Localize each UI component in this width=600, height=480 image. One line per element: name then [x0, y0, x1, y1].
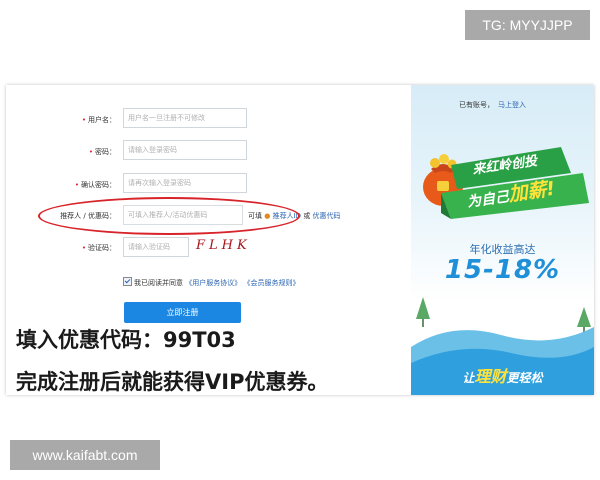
site-watermark: www.kaifabt.com — [10, 440, 160, 470]
agreement-row: 我已阅读并同意 《用户服务协议》 《会员服务规则》 — [123, 277, 299, 288]
slogan-text: 让理财更轻松 — [462, 367, 543, 386]
member-service-rules-link[interactable]: 《会员服务规则》 — [243, 279, 299, 287]
register-button[interactable]: 立即注册 — [124, 302, 241, 323]
required-mark: • — [81, 244, 86, 252]
password-label: • 密码： — [88, 148, 116, 156]
tg-watermark: TG: MYYJJPP — [465, 10, 590, 40]
overlay-vip-coupon-text: 完成注册后就能获得VIP优惠券。 — [16, 370, 329, 394]
captcha-image[interactable]: FLHK — [196, 238, 251, 253]
register-form: • 用户名： 用户名一旦注册不可修改 • 密码： 请输入登录密码 • 确认密码： 请再… — [6, 85, 411, 395]
register-card: • 用户名： 用户名一旦注册不可修改 • 密码： 请输入登录密码 • 确认密码： 请再… — [6, 85, 594, 395]
promo-code-link[interactable]: 优惠代码 — [313, 212, 341, 220]
captcha-input[interactable]: 请输入验证码 — [123, 237, 189, 257]
confirm-password-label: • 确认密码： — [74, 181, 116, 189]
username-label: • 用户名： — [81, 116, 116, 124]
username-input[interactable]: 用户名一旦注册不可修改 — [123, 108, 247, 128]
tree-icon — [416, 297, 430, 327]
overlay-promo-code-text: 填入优惠代码：99T03 — [16, 328, 236, 352]
promo-panel: 已有账号， 马上登入 来红岭创投 为自己加薪! 年化收益高达 15-18% 让理… — [411, 85, 594, 395]
promo-landscape — [411, 297, 594, 395]
user-service-agreement-link[interactable]: 《用户服务协议》 — [185, 279, 241, 287]
captcha-label: • 验证码： — [81, 244, 116, 252]
confirm-password-input[interactable]: 请再次输入登录密码 — [123, 173, 247, 193]
agree-checkbox[interactable] — [123, 277, 132, 286]
password-input[interactable]: 请输入登录密码 — [123, 140, 247, 160]
highlight-ellipse — [38, 197, 300, 235]
required-mark: • — [81, 116, 86, 124]
required-mark: • — [88, 148, 93, 156]
required-mark: • — [74, 181, 79, 189]
